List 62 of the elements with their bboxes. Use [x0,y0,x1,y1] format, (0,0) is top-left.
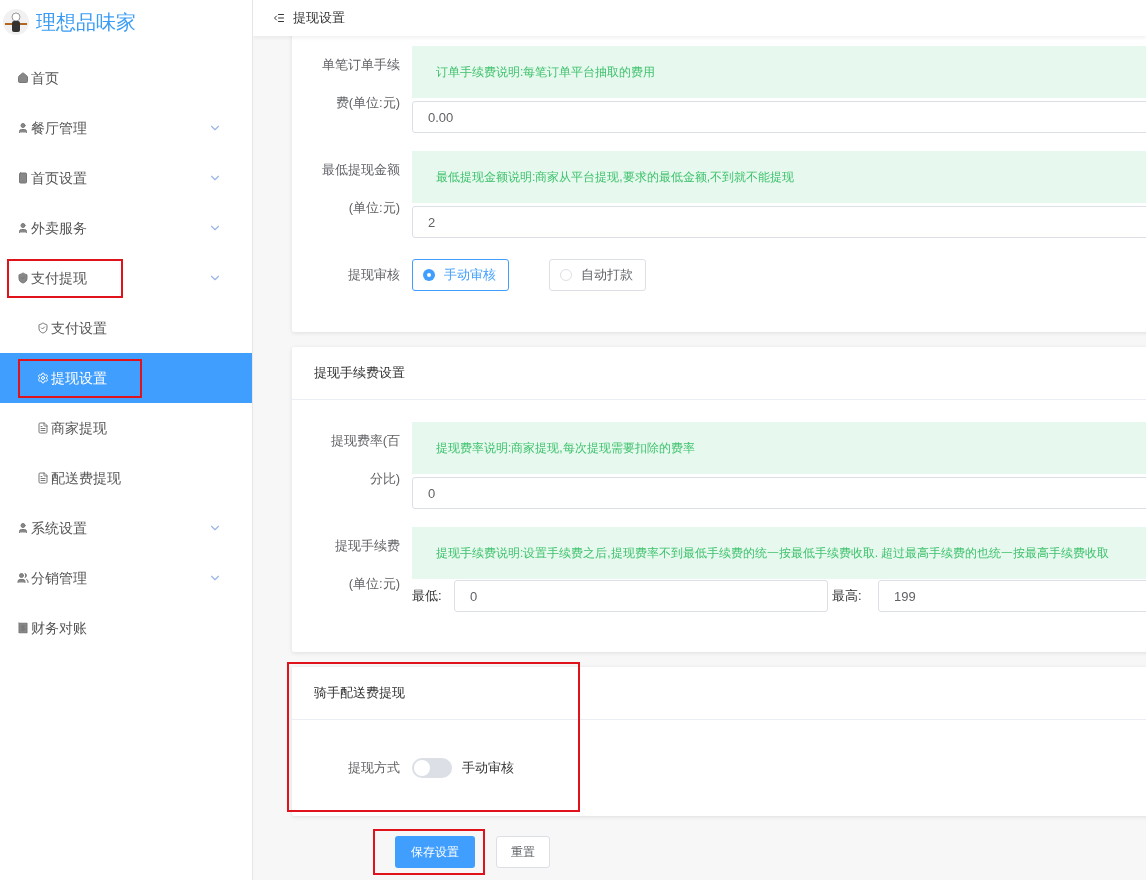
gear-icon [37,372,49,384]
input-field[interactable]: 0 [412,477,1146,509]
receipt-icon [17,622,29,634]
user-icon [17,222,29,234]
sidebar-subitem[interactable]: 配送费提现 [0,453,252,503]
toggle-switch[interactable] [412,758,452,778]
field-label: 单笔订单手续 费(单位:元) [321,56,401,112]
sidebar-label: 支付提现 [31,268,87,288]
input-field[interactable]: 199 [878,580,1146,612]
sidebar-item[interactable]: 分销管理 [0,553,252,603]
min-label: 最低: [412,587,443,606]
sidebar-label: 系统设置 [31,518,87,538]
sidebar-label: 商家提现 [51,418,107,438]
sidebar-label: 提现设置 [51,368,107,388]
radio-option[interactable]: 自动打款 [549,259,646,291]
hint-banner: 最低提现金额说明:商家从平台提现,要求的最低金额,不到就不能提现 [412,151,1146,203]
home-icon [17,72,29,84]
input-field[interactable]: 0.00 [412,101,1146,133]
sidebar-label: 支付设置 [51,318,107,338]
users-icon [17,572,29,584]
field-label: 提现方式 [347,759,401,777]
shield-icon [37,322,49,334]
max-label: 最高: [832,587,863,606]
field-label: 提现费率(百 分比) [329,432,401,488]
sidebar-label: 首页设置 [31,168,87,188]
page-title: 提现设置 [293,9,345,28]
hint-banner: 订单手续费说明:每笔订单平台抽取的费用 [412,46,1146,98]
field-label: 提现审核 [347,266,401,284]
brand-name: 理想品味家 [36,10,136,35]
sidebar-item[interactable]: 财务对账 [0,603,252,653]
hint-banner: 提现费率说明:商家提现,每次提现需要扣除的费率 [412,422,1146,474]
document-icon [37,472,49,484]
sidebar-item[interactable]: 系统设置 [0,503,252,553]
field-label: 最低提现金额 (单位:元) [321,161,401,217]
sidebar-item[interactable]: 餐厅管理 [0,103,252,153]
card-title: 骑手配送费提现 [292,667,1146,720]
reset-button[interactable]: 重置 [496,836,550,868]
sidebar-label: 配送费提现 [51,468,121,488]
sidebar-subitem[interactable]: 支付设置 [0,303,252,353]
hint-banner: 提现手续费说明:设置手续费之后,提现费率不到最低手续费的统一按最低手续费收取. 超过最高手续费的也统一按最高手续费收取 [412,527,1146,579]
sidebar-item[interactable]: 首页 [0,53,252,103]
sidebar-item[interactable]: 首页设置 [0,153,252,203]
sidebar-subitem[interactable]: 商家提现 [0,403,252,453]
menu-icon[interactable] [273,12,285,24]
phone-icon [17,172,29,184]
input-field[interactable]: 0 [454,580,828,612]
input-field[interactable]: 2 [412,206,1146,238]
user-icon [17,122,29,134]
sidebar-label: 首页 [31,68,59,88]
shield-icon [17,272,29,284]
sidebar-label: 分销管理 [31,568,87,588]
radio-icon [423,269,435,281]
card-title: 提现手续费设置 [292,347,1146,400]
sidebar-label: 财务对账 [31,618,87,638]
document-icon [37,422,49,434]
sidebar-item[interactable]: 支付提现 [0,253,252,303]
switch-label: 手动审核 [462,759,514,778]
sidebar-label: 餐厅管理 [31,118,87,138]
field-label: 提现手续费 (单位:元) [334,537,401,593]
user-icon [17,522,29,534]
sidebar-label: 外卖服务 [31,218,87,238]
sidebar-item[interactable]: 外卖服务 [0,203,252,253]
